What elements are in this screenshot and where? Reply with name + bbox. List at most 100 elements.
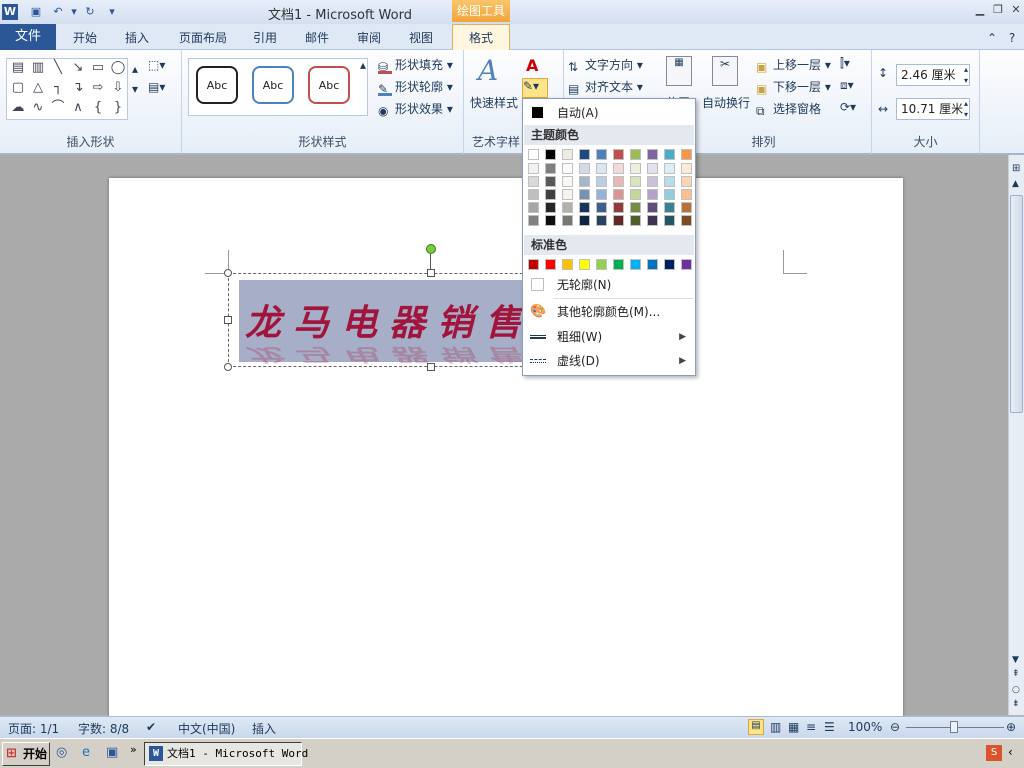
cloud-shape-icon[interactable]: ☁: [9, 99, 27, 117]
wrap-text-button[interactable]: 自动换行: [702, 94, 750, 111]
tab-mailings[interactable]: 邮件: [296, 28, 338, 50]
shape-fill-button[interactable]: ⛁ 形状填充 ▾: [378, 56, 453, 74]
group-icon[interactable]: ⧈▾: [840, 78, 854, 93]
text-direction-button[interactable]: ⇅ 文字方向 ▾: [568, 56, 643, 74]
theme-color-swatch[interactable]: [664, 163, 675, 174]
media-player-icon[interactable]: ▣: [106, 745, 118, 760]
line-shape-icon[interactable]: ╲: [49, 59, 67, 77]
print-layout-view-icon[interactable]: ▤: [748, 719, 764, 735]
theme-color-swatch[interactable]: [613, 176, 624, 187]
theme-color-swatch[interactable]: [562, 202, 573, 213]
theme-color-swatch[interactable]: [562, 215, 573, 226]
draw-textbox-icon[interactable]: ▤▾: [148, 80, 165, 94]
theme-color-swatch[interactable]: [579, 163, 590, 174]
theme-color-swatch[interactable]: [579, 176, 590, 187]
tab-page-layout[interactable]: 页面布局: [172, 28, 234, 50]
minimize-ribbon-icon[interactable]: ⌃: [984, 28, 1000, 50]
theme-color-swatch[interactable]: [528, 176, 539, 187]
theme-color-swatch[interactable]: [664, 215, 675, 226]
resize-handle-bottom-left[interactable]: [224, 363, 232, 371]
wordart-object[interactable]: 龙马电器销售 龙马电器销售: [239, 280, 539, 365]
arrow-line-icon[interactable]: ↘: [69, 59, 87, 77]
word-count[interactable]: 字数: 8/8: [78, 720, 129, 737]
theme-color-swatch[interactable]: [613, 189, 624, 200]
style-sample-blue[interactable]: Abc: [252, 66, 294, 104]
theme-color-swatch[interactable]: [596, 189, 607, 200]
selection-pane-button[interactable]: ⧉ 选择窗格: [756, 100, 821, 118]
close-icon[interactable]: ✕: [1008, 3, 1024, 17]
theme-color-swatch[interactable]: [596, 215, 607, 226]
triangle-shape-icon[interactable]: △: [29, 79, 47, 97]
taskbar-word-window[interactable]: W 文档1 - Microsoft Word: [144, 742, 308, 766]
scroll-up-icon[interactable]: ▲: [1012, 179, 1019, 189]
theme-color-swatch[interactable]: [630, 163, 641, 174]
theme-color-swatch[interactable]: [528, 189, 539, 200]
rectangle-shape-icon[interactable]: ▭: [89, 59, 107, 77]
theme-color-swatch[interactable]: [545, 215, 556, 226]
more-outline-colors-option[interactable]: 🎨 其他轮廓颜色(M)...: [524, 300, 694, 324]
outline-view-icon[interactable]: ≡: [806, 720, 816, 734]
theme-color-swatch[interactable]: [596, 176, 607, 187]
internet-explorer-icon[interactable]: e: [82, 745, 90, 760]
theme-color-swatch[interactable]: [630, 149, 641, 160]
theme-color-swatch[interactable]: [630, 202, 641, 213]
zoom-slider-thumb[interactable]: [950, 721, 958, 733]
document-page[interactable]: [109, 178, 903, 718]
theme-color-swatch[interactable]: [545, 189, 556, 200]
draft-view-icon[interactable]: ☰: [824, 720, 835, 734]
theme-color-swatch[interactable]: [630, 189, 641, 200]
shapes-scroll-icon[interactable]: ▴: [132, 62, 138, 76]
theme-color-swatch[interactable]: [596, 202, 607, 213]
tab-file[interactable]: 文件: [0, 24, 56, 50]
theme-color-swatch[interactable]: [647, 189, 658, 200]
tab-insert[interactable]: 插入: [116, 28, 158, 50]
theme-color-swatch[interactable]: [681, 189, 692, 200]
zoom-out-icon[interactable]: ⊖: [890, 720, 900, 734]
previous-page-icon[interactable]: ⇞: [1012, 669, 1020, 679]
textbox-shape-icon[interactable]: ▤: [9, 59, 27, 77]
rounded-rect-icon[interactable]: ▢: [9, 79, 27, 97]
theme-color-swatch[interactable]: [681, 149, 692, 160]
spell-check-icon[interactable]: ✔: [146, 720, 156, 734]
shape-width-input[interactable]: 10.71 厘米: [896, 98, 970, 120]
tab-references[interactable]: 引用: [244, 28, 286, 50]
theme-color-swatch[interactable]: [562, 189, 573, 200]
theme-color-swatch[interactable]: [528, 149, 539, 160]
theme-color-swatch[interactable]: [664, 189, 675, 200]
standard-color-swatch[interactable]: [613, 259, 624, 270]
theme-color-swatch[interactable]: [647, 202, 658, 213]
tab-home[interactable]: 开始: [64, 28, 106, 50]
left-brace-icon[interactable]: {: [89, 99, 107, 117]
curve-icon[interactable]: ⌒: [49, 99, 67, 117]
theme-color-swatch[interactable]: [579, 202, 590, 213]
theme-color-swatch[interactable]: [647, 163, 658, 174]
zoom-level[interactable]: 100%: [848, 720, 882, 734]
web-layout-view-icon[interactable]: ▦: [788, 720, 799, 734]
wrap-text-icon[interactable]: ✂: [712, 56, 738, 86]
vertical-textbox-icon[interactable]: ▥: [29, 59, 47, 77]
style-sample-red[interactable]: Abc: [308, 66, 350, 104]
elbow-connector-icon[interactable]: ┐: [49, 79, 67, 97]
theme-color-swatch[interactable]: [613, 163, 624, 174]
vertical-scrollbar[interactable]: ⊞ ▲ ▼ ⇞ ○ ⇟: [1008, 155, 1024, 715]
align-icon[interactable]: ⫿▾: [840, 56, 850, 71]
standard-color-swatch[interactable]: [647, 259, 658, 270]
shape-effects-button[interactable]: ◉ 形状效果 ▾: [378, 100, 453, 118]
shape-outline-button[interactable]: ✎ 形状轮廓 ▾: [378, 78, 453, 96]
shape-height-input[interactable]: 2.46 厘米: [896, 64, 970, 86]
theme-color-swatch[interactable]: [647, 176, 658, 187]
theme-color-swatch[interactable]: [562, 176, 573, 187]
text-outline-button[interactable]: ✎▾: [522, 78, 548, 98]
help-icon[interactable]: ?: [1004, 28, 1020, 50]
theme-color-swatch[interactable]: [545, 176, 556, 187]
theme-color-swatch[interactable]: [630, 215, 641, 226]
theme-color-swatch[interactable]: [545, 149, 556, 160]
theme-color-swatch[interactable]: [545, 202, 556, 213]
dashes-option[interactable]: 虚线(D) ▶: [524, 349, 694, 373]
standard-color-swatch[interactable]: [528, 259, 539, 270]
tab-view[interactable]: 视图: [400, 28, 442, 50]
width-spinner[interactable]: ▴ ▾: [964, 98, 968, 120]
scroll-down-icon[interactable]: ▼: [1012, 655, 1019, 665]
standard-color-swatch[interactable]: [664, 259, 675, 270]
restore-icon[interactable]: ❐: [990, 3, 1006, 17]
